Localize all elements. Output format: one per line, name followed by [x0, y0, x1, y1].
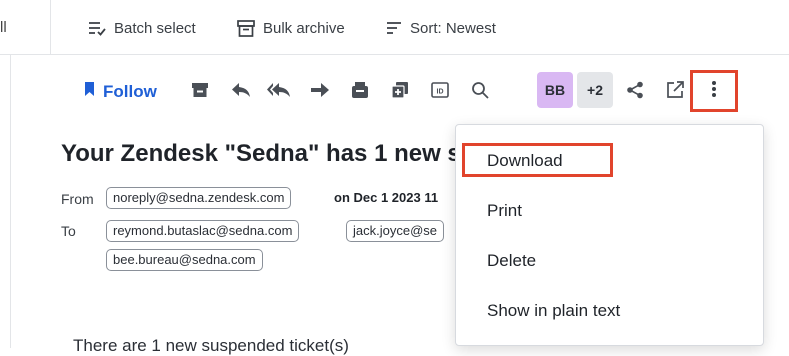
list-toolbar: ll Batch select Bulk archive Sort: Newes… — [0, 0, 789, 55]
sort-label: Sort: Newest — [410, 19, 496, 37]
avatar[interactable]: BB — [537, 72, 573, 108]
checklist-icon — [88, 20, 106, 36]
reply-icon[interactable] — [227, 76, 255, 104]
share-icon[interactable] — [621, 76, 649, 104]
menu-item-plain-text[interactable]: Show in plain text — [487, 301, 620, 321]
archive-box-icon — [237, 19, 255, 37]
forward-icon[interactable] — [306, 76, 334, 104]
divider — [50, 0, 51, 54]
from-address-chip[interactable]: noreply@sedna.zendesk.com — [106, 187, 292, 209]
id-icon[interactable]: ID — [426, 76, 454, 104]
from-label: From — [61, 191, 94, 207]
pane-divider — [10, 54, 11, 348]
bulk-archive-label: Bulk archive — [263, 19, 345, 37]
to-label: To — [61, 223, 76, 239]
bulk-archive-button[interactable]: Bulk archive — [237, 17, 345, 39]
sort-icon — [386, 21, 402, 35]
batch-select-label: Batch select — [114, 19, 196, 37]
email-subject: Your Zendesk "Sedna" has 1 new su — [61, 140, 476, 167]
open-external-icon[interactable] — [661, 76, 689, 104]
to-address-chip[interactable]: bee.bureau@sedna.com — [106, 249, 263, 271]
sort-button[interactable]: Sort: Newest — [386, 17, 496, 39]
menu-item-download[interactable]: Download — [487, 151, 563, 171]
follow-button[interactable]: Follow — [84, 81, 157, 102]
follow-label: Follow — [103, 81, 157, 101]
menu-item-delete[interactable]: Delete — [487, 251, 536, 271]
more-options-button[interactable] — [690, 70, 738, 112]
more-options-menu: Download Print Delete Show in plain text — [455, 124, 764, 346]
to-address-chip[interactable]: jack.joyce@se — [346, 220, 445, 242]
to-address-chip[interactable]: reymond.butaslac@sedna.com — [106, 220, 300, 242]
reply-all-icon[interactable] — [265, 76, 293, 104]
truncated-label: ll — [0, 19, 7, 36]
search-icon[interactable] — [466, 76, 494, 104]
bookmark-icon — [84, 81, 95, 102]
message-date: on Dec 1 2023 11 — [334, 190, 439, 205]
add-copy-icon[interactable] — [386, 76, 414, 104]
vertical-dots-icon — [711, 80, 717, 103]
more-participants-badge[interactable]: +2 — [577, 72, 613, 108]
batch-select-button[interactable]: Batch select — [88, 17, 196, 39]
svg-text:ID: ID — [437, 89, 444, 96]
email-body: There are 1 new suspended ticket(s) — [73, 336, 349, 355]
print-stack-icon[interactable] — [346, 76, 374, 104]
menu-item-print[interactable]: Print — [487, 201, 522, 221]
archive-icon[interactable] — [186, 76, 214, 104]
